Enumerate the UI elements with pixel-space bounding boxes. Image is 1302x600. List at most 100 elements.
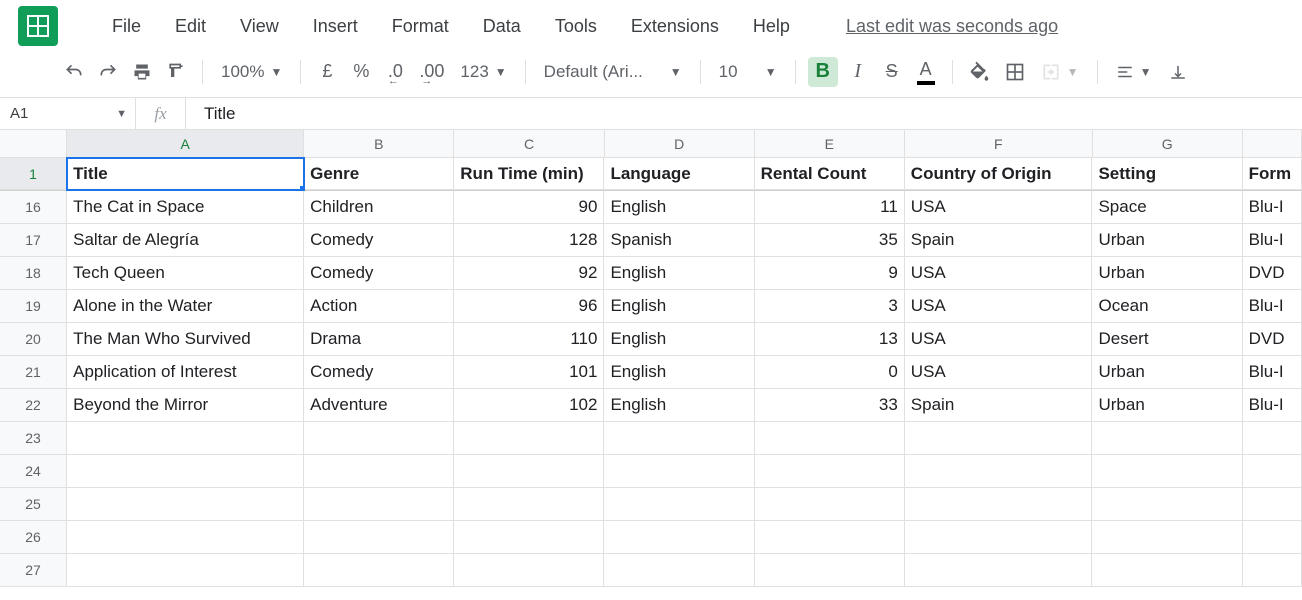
row-header-18[interactable]: 18 xyxy=(0,257,67,290)
menu-extensions[interactable]: Extensions xyxy=(627,12,723,41)
cell-C17[interactable]: 128 xyxy=(454,224,604,257)
cell-C25[interactable] xyxy=(454,488,604,521)
row-header-16[interactable]: 16 xyxy=(0,191,67,224)
paint-format-button[interactable] xyxy=(162,57,190,87)
cell-D23[interactable] xyxy=(604,422,754,455)
menu-view[interactable]: View xyxy=(236,12,283,41)
cell-B27[interactable] xyxy=(304,554,454,587)
cell-G17[interactable]: Urban xyxy=(1092,224,1242,257)
formula-bar[interactable]: Title xyxy=(186,98,1302,129)
last-edit-link[interactable]: Last edit was seconds ago xyxy=(846,16,1058,37)
row-header-25[interactable]: 25 xyxy=(0,488,67,521)
row-header-21[interactable]: 21 xyxy=(0,356,67,389)
percent-button[interactable]: % xyxy=(347,57,375,87)
column-header-H[interactable] xyxy=(1243,130,1302,157)
cell-B16[interactable]: Children xyxy=(304,191,454,224)
cell-B20[interactable]: Drama xyxy=(304,323,454,356)
cell-E18[interactable]: 9 xyxy=(755,257,905,290)
increase-decimal-button[interactable]: .00 → xyxy=(415,57,448,87)
menu-help[interactable]: Help xyxy=(749,12,794,41)
cell-E19[interactable]: 3 xyxy=(755,290,905,323)
menu-data[interactable]: Data xyxy=(479,12,525,41)
cell-E20[interactable]: 13 xyxy=(755,323,905,356)
cell-A17[interactable]: Saltar de Alegría xyxy=(67,224,304,257)
cell-G19[interactable]: Ocean xyxy=(1092,290,1242,323)
undo-button[interactable] xyxy=(60,57,88,87)
row-header-22[interactable]: 22 xyxy=(0,389,67,422)
cell-H1[interactable]: Form xyxy=(1243,158,1302,190)
cell-G18[interactable]: Urban xyxy=(1092,257,1242,290)
cell-F1[interactable]: Country of Origin xyxy=(905,158,1093,190)
cell-C27[interactable] xyxy=(454,554,604,587)
column-header-C[interactable]: C xyxy=(454,130,604,157)
cell-B25[interactable] xyxy=(304,488,454,521)
menu-format[interactable]: Format xyxy=(388,12,453,41)
cell-H23[interactable] xyxy=(1243,422,1302,455)
cell-H22[interactable]: Blu-I xyxy=(1243,389,1302,422)
cell-B23[interactable] xyxy=(304,422,454,455)
row-header-24[interactable]: 24 xyxy=(0,455,67,488)
column-header-G[interactable]: G xyxy=(1093,130,1243,157)
column-header-A[interactable]: A xyxy=(67,130,304,157)
column-header-F[interactable]: F xyxy=(905,130,1093,157)
cell-B26[interactable] xyxy=(304,521,454,554)
cell-D19[interactable]: English xyxy=(604,290,754,323)
cell-F26[interactable] xyxy=(905,521,1093,554)
number-format-dropdown[interactable]: 123 ▼ xyxy=(454,62,512,82)
cell-H21[interactable]: Blu-I xyxy=(1243,356,1302,389)
cell-E17[interactable]: 35 xyxy=(755,224,905,257)
cell-G27[interactable] xyxy=(1092,554,1242,587)
column-header-E[interactable]: E xyxy=(755,130,905,157)
cell-B22[interactable]: Adventure xyxy=(304,389,454,422)
cell-D18[interactable]: English xyxy=(604,257,754,290)
cell-E23[interactable] xyxy=(755,422,905,455)
bold-button[interactable]: B xyxy=(808,57,838,87)
cell-G1[interactable]: Setting xyxy=(1092,158,1242,190)
cell-C23[interactable] xyxy=(454,422,604,455)
cell-C19[interactable]: 96 xyxy=(454,290,604,323)
cell-E26[interactable] xyxy=(755,521,905,554)
cell-H20[interactable]: DVD xyxy=(1243,323,1302,356)
cell-A16[interactable]: The Cat in Space xyxy=(67,191,304,224)
horizontal-align-button[interactable]: ▼ xyxy=(1110,63,1158,81)
cell-H16[interactable]: Blu-I xyxy=(1243,191,1302,224)
redo-button[interactable] xyxy=(94,57,122,87)
cell-A18[interactable]: Tech Queen xyxy=(67,257,304,290)
name-box[interactable]: A1 ▼ xyxy=(0,98,136,129)
cell-D1[interactable]: Language xyxy=(604,158,754,190)
cell-F22[interactable]: Spain xyxy=(905,389,1093,422)
cell-C22[interactable]: 102 xyxy=(454,389,604,422)
cell-F20[interactable]: USA xyxy=(905,323,1093,356)
column-header-D[interactable]: D xyxy=(605,130,755,157)
italic-button[interactable]: I xyxy=(844,57,872,87)
cell-H17[interactable]: Blu-I xyxy=(1243,224,1302,257)
print-button[interactable] xyxy=(128,57,156,87)
fill-color-button[interactable] xyxy=(965,57,995,87)
cell-B1[interactable]: Genre xyxy=(304,158,454,190)
cell-A23[interactable] xyxy=(67,422,304,455)
cell-G23[interactable] xyxy=(1092,422,1242,455)
borders-button[interactable] xyxy=(1001,57,1029,87)
cell-G26[interactable] xyxy=(1092,521,1242,554)
cell-B21[interactable]: Comedy xyxy=(304,356,454,389)
cell-E16[interactable]: 11 xyxy=(755,191,905,224)
cell-A24[interactable] xyxy=(67,455,304,488)
font-size-dropdown[interactable]: 10 ▼ xyxy=(713,62,783,82)
cell-F24[interactable] xyxy=(905,455,1093,488)
vertical-align-button[interactable] xyxy=(1163,63,1193,81)
cell-A27[interactable] xyxy=(67,554,304,587)
cell-D17[interactable]: Spanish xyxy=(604,224,754,257)
cell-E1[interactable]: Rental Count xyxy=(755,158,905,190)
cell-F18[interactable]: USA xyxy=(905,257,1093,290)
column-header-B[interactable]: B xyxy=(304,130,454,157)
cell-A26[interactable] xyxy=(67,521,304,554)
strikethrough-button[interactable]: S xyxy=(878,57,906,87)
cell-F25[interactable] xyxy=(905,488,1093,521)
menu-edit[interactable]: Edit xyxy=(171,12,210,41)
cell-H24[interactable] xyxy=(1243,455,1302,488)
cell-C21[interactable]: 101 xyxy=(454,356,604,389)
cell-E25[interactable] xyxy=(755,488,905,521)
row-header-19[interactable]: 19 xyxy=(0,290,67,323)
cell-E24[interactable] xyxy=(755,455,905,488)
text-color-button[interactable]: A xyxy=(912,57,940,87)
